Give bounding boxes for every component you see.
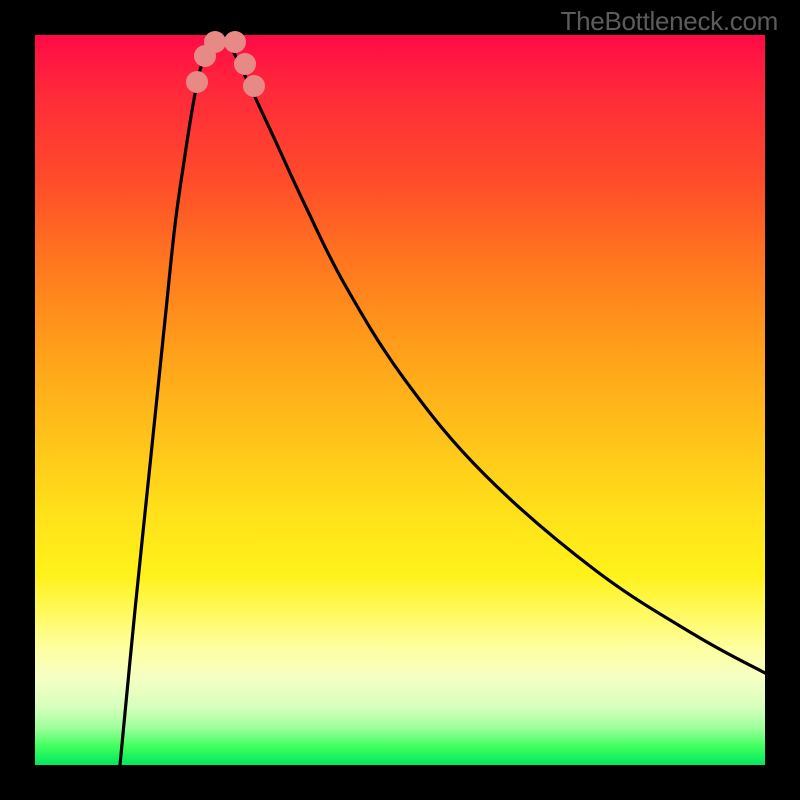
chart-frame: TheBottleneck.com: [0, 0, 800, 800]
curve-marker: [204, 31, 226, 53]
curves-svg: [35, 35, 765, 765]
curve-right: [225, 36, 765, 673]
curve-marker: [243, 75, 265, 97]
curve-markers: [186, 31, 265, 97]
plot-area: [35, 35, 765, 765]
curve-marker: [234, 53, 256, 75]
curve-left: [120, 36, 225, 765]
attribution-text: TheBottleneck.com: [561, 6, 778, 37]
curve-marker: [224, 31, 246, 53]
curve-marker: [186, 71, 208, 93]
